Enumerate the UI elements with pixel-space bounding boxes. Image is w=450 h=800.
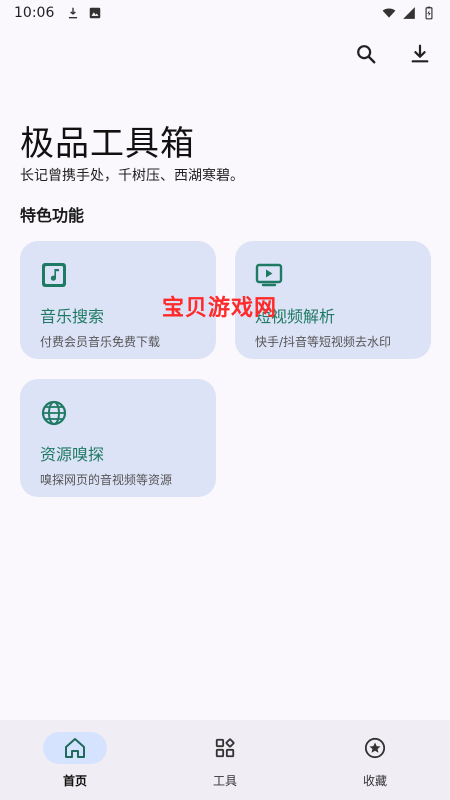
card-title: 资源嗅探: [40, 445, 105, 464]
card-resource-sniff[interactable]: 资源嗅探 嗅探网页的音视频等资源: [20, 379, 216, 497]
bottom-nav: 首页 工具 收藏: [0, 720, 450, 800]
nav-pill: [193, 732, 257, 764]
battery-icon: [425, 6, 433, 20]
download-button[interactable]: [406, 40, 434, 68]
search-button[interactable]: [352, 40, 380, 68]
top-actions: [352, 40, 434, 68]
wifi-icon: [382, 8, 396, 18]
status-right-icons: [382, 6, 436, 20]
app-title: 极品工具箱: [20, 124, 195, 164]
star-icon: [364, 737, 386, 759]
globe-icon: [41, 400, 67, 426]
nav-pill: [43, 732, 107, 764]
tv-icon: [255, 263, 283, 287]
card-desc: 付费会员音乐免费下载: [40, 335, 161, 349]
nav-item-favorites[interactable]: 收藏: [300, 720, 450, 800]
download-icon: [411, 44, 429, 63]
download-status-icon: [69, 7, 78, 19]
nav-label: 工具: [212, 774, 237, 788]
signal-icon: [403, 7, 415, 19]
card-video-parse[interactable]: 短视频解析 快手/抖音等短视频去水印: [235, 241, 431, 359]
card-title: 短视频解析: [255, 307, 336, 326]
image-status-icon: [90, 7, 101, 19]
status-bar: 10:06: [0, 0, 450, 26]
card-desc: 快手/抖音等短视频去水印: [255, 335, 392, 349]
nav-pill: [343, 732, 407, 764]
app-subtitle: 长记曾携手处，千树压、西湖寒碧。: [20, 168, 244, 184]
nav-item-home[interactable]: 首页: [0, 720, 150, 800]
nav-item-tools[interactable]: 工具: [150, 720, 300, 800]
music-note-icon: [42, 263, 66, 287]
tools-icon: [215, 738, 235, 758]
status-left-icons: [66, 6, 102, 20]
search-icon: [357, 45, 376, 64]
card-music-search[interactable]: 音乐搜索 付费会员音乐免费下载: [20, 241, 216, 359]
status-time: 10:06: [14, 5, 55, 21]
section-title: 特色功能: [20, 206, 85, 225]
nav-label: 首页: [62, 774, 87, 788]
home-icon: [65, 738, 85, 758]
card-desc: 嗅探网页的音视频等资源: [40, 473, 173, 487]
nav-label: 收藏: [362, 774, 387, 788]
card-title: 音乐搜索: [40, 307, 105, 326]
